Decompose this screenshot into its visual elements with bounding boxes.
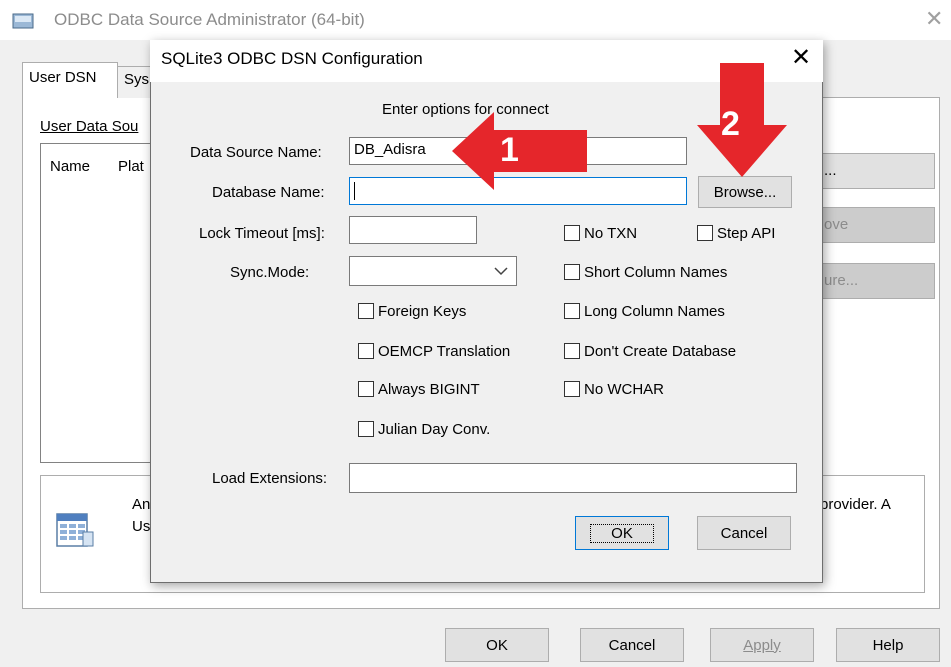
red-arrow-down-icon — [697, 63, 787, 177]
checkbox-box[interactable] — [564, 381, 580, 397]
column-header-name[interactable]: Name — [50, 158, 90, 175]
chevron-down-icon[interactable] — [493, 263, 509, 279]
no-wchar-checkbox[interactable]: No WCHAR — [564, 379, 664, 399]
add-button[interactable]: ... — [815, 153, 935, 189]
oemcp-translation-checkbox[interactable]: OEMCP Translation — [358, 341, 510, 361]
checkbox-box[interactable] — [564, 264, 580, 280]
close-icon[interactable]: ✕ — [925, 6, 943, 32]
checkbox-box[interactable] — [564, 343, 580, 359]
foreign-keys-label: Foreign Keys — [378, 302, 467, 320]
dialog-title: SQLite3 ODBC DSN Configuration — [161, 49, 423, 68]
user-data-sources-label: User Data Sou — [40, 118, 139, 135]
lock-timeout-label: Lock Timeout [ms]: — [199, 225, 325, 242]
checkbox-box[interactable] — [358, 343, 374, 359]
annotation-number-2: 2 — [721, 105, 740, 143]
database-name-label: Database Name: — [212, 184, 325, 201]
checkbox-box[interactable] — [358, 421, 374, 437]
always-bigint-label: Always BIGINT — [378, 380, 480, 398]
odbc-window-icon — [12, 13, 34, 29]
dont-create-database-label: Don't Create Database — [584, 342, 737, 360]
dialog-ok-label: OK — [590, 523, 654, 543]
no-txn-checkbox[interactable]: No TXN — [564, 223, 637, 243]
oemcp-translation-label: OEMCP Translation — [378, 342, 511, 360]
annotation-number-1: 1 — [500, 131, 519, 169]
red-arrow-left-icon — [452, 112, 587, 190]
dialog-cancel-button[interactable]: Cancel — [697, 516, 791, 550]
no-txn-label: No TXN — [584, 224, 638, 242]
remove-button[interactable]: ove — [815, 207, 935, 243]
checkbox-box[interactable] — [564, 303, 580, 319]
julian-day-conv-label: Julian Day Conv. — [378, 420, 491, 438]
configure-button[interactable]: ure... — [815, 263, 935, 299]
sync-mode-label: Sync.Mode: — [230, 264, 310, 281]
checkbox-box[interactable] — [358, 381, 374, 397]
info-text-line-2: Us — [132, 518, 151, 535]
long-column-names-checkbox[interactable]: Long Column Names — [564, 301, 725, 321]
short-column-names-checkbox[interactable]: Short Column Names — [564, 262, 727, 282]
browse-button[interactable]: Browse... — [698, 176, 792, 208]
text-caret — [354, 182, 355, 200]
column-header-platform[interactable]: Plat — [118, 158, 144, 175]
short-column-names-label: Short Column Names — [584, 263, 728, 281]
checkbox-box[interactable] — [697, 225, 713, 241]
no-wchar-label: No WCHAR — [584, 380, 665, 398]
step-api-label: Step API — [717, 224, 776, 242]
load-extensions-input[interactable] — [349, 463, 797, 493]
tab-user-dsn[interactable]: User DSN — [22, 62, 118, 98]
odbc-window-title: ODBC Data Source Administrator (64-bit) — [54, 10, 365, 29]
info-text-line-1: An — [132, 496, 151, 513]
admin-apply-button[interactable]: Apply — [710, 628, 814, 662]
load-extensions-label: Load Extensions: — [212, 470, 328, 487]
info-text-right: provider. A — [820, 496, 891, 513]
step-api-checkbox[interactable]: Step API — [697, 223, 775, 243]
lock-timeout-input[interactable] — [349, 216, 477, 244]
dont-create-database-checkbox[interactable]: Don't Create Database — [564, 341, 736, 361]
dialog-ok-button[interactable]: OK — [575, 516, 669, 550]
sync-mode-select[interactable] — [349, 256, 517, 286]
foreign-keys-checkbox[interactable]: Foreign Keys — [358, 301, 466, 321]
admin-ok-button[interactable]: OK — [445, 628, 549, 662]
long-column-names-label: Long Column Names — [584, 302, 725, 320]
julian-day-conv-checkbox[interactable]: Julian Day Conv. — [358, 419, 490, 439]
data-source-name-label: Data Source Name: — [190, 144, 322, 161]
close-icon[interactable]: ✕ — [786, 43, 816, 73]
checkbox-box[interactable] — [564, 225, 580, 241]
admin-help-button[interactable]: Help — [836, 628, 940, 662]
admin-cancel-button[interactable]: Cancel — [580, 628, 684, 662]
data-source-icon — [56, 513, 94, 547]
checkbox-box[interactable] — [358, 303, 374, 319]
always-bigint-checkbox[interactable]: Always BIGINT — [358, 379, 480, 399]
